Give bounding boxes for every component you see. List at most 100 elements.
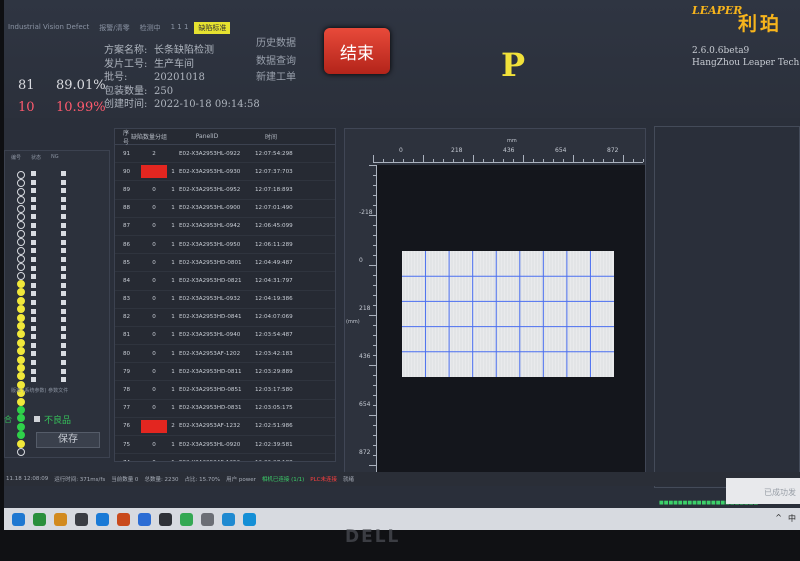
station-checkbox[interactable] [61,239,66,245]
taskbar-app-icon[interactable] [138,512,151,526]
station-checkbox[interactable] [31,179,36,185]
station-checkbox[interactable] [31,213,36,219]
station-checkbox[interactable] [31,377,36,383]
station-checkbox[interactable] [61,248,66,254]
save-button[interactable]: 保存 [36,432,100,448]
station-checkbox[interactable] [31,256,36,262]
taskbar-app-icon[interactable] [201,512,214,526]
station-checkbox[interactable] [31,342,36,348]
station-checkbox[interactable] [61,231,66,237]
station-checkbox[interactable] [61,317,66,323]
station-checkbox[interactable] [61,256,66,262]
end-button[interactable]: 结束 [324,28,390,74]
table-row[interactable]: 79 0 1 E02-X3A2953HD-0811 12:03:29:889 [115,363,335,382]
station-checkbox[interactable] [61,342,66,348]
station-checkbox[interactable] [31,325,36,331]
col-header-time[interactable]: 时间 [241,132,301,141]
station-checkbox[interactable] [61,368,66,374]
station-checkbox[interactable] [61,265,66,271]
notification-toast[interactable]: 已成功发 [726,478,800,504]
station-checkbox[interactable] [31,308,36,314]
input-method-indicator[interactable]: 中 [788,513,796,524]
table-row[interactable]: 86 0 1 E02-X3A2953HL-0950 12:06:11:289 [115,236,335,255]
header-tab[interactable]: 报警/清零 [95,22,133,34]
station-checkbox[interactable] [31,205,36,211]
taskbar-app-icon[interactable] [159,512,172,526]
station-checkbox[interactable] [31,188,36,194]
col-header-no[interactable]: 序号 [115,129,131,146]
station-checkbox[interactable] [31,265,36,271]
image-canvas[interactable] [377,165,645,475]
new-order-button[interactable]: 新建工单 [256,68,296,83]
query-button[interactable]: 数据查询 [256,52,296,67]
station-checkbox[interactable] [61,179,66,185]
station-checkbox[interactable] [61,308,66,314]
col-header-defects[interactable]: 缺陷数量 [131,132,155,141]
taskbar-app-icon[interactable] [96,512,109,526]
table-row[interactable]: 80 0 1 E02-X3A2953AF-1202 12:03:42:183 [115,345,335,364]
station-checkbox[interactable] [31,334,36,340]
header-tab[interactable]: 1 1 1 [167,22,193,34]
header-tab[interactable]: Industrial Vision Defect [4,22,93,34]
station-checkbox[interactable] [31,248,36,254]
header-tab[interactable]: 缺陷标准 [194,22,231,34]
station-checkbox[interactable] [31,291,36,297]
station-checkbox[interactable] [61,196,66,202]
station-checkbox[interactable] [31,317,36,323]
station-checkbox[interactable] [61,334,66,340]
table-row[interactable]: 88 0 1 E02-X3A2953HL-0900 12:07:01:490 [115,200,335,218]
reject-checkbox[interactable] [34,416,40,422]
taskbar-app-icon[interactable] [117,512,130,526]
station-checkbox[interactable] [61,291,66,297]
header-tab[interactable]: 检测中 [136,22,165,34]
table-row[interactable]: 83 0 1 E02-X3A2953HL-0932 12:04:19:386 [115,291,335,309]
station-checkbox[interactable] [61,171,66,176]
station-checkbox[interactable] [61,282,66,288]
taskbar-app-icon[interactable] [33,512,46,526]
tray-caret-icon[interactable]: ^ [775,513,782,524]
station-checkbox[interactable] [31,239,36,245]
table-row[interactable]: 82 0 1 E02-X3A2953HD-0841 12:04:07:069 [115,309,335,327]
station-checkbox[interactable] [61,299,66,305]
col-header-group[interactable]: 分组 [155,132,173,141]
station-checkbox[interactable] [61,351,66,357]
table-row[interactable]: 84 0 1 E02-X3A2953HD-0821 12:04:31:797 [115,272,335,291]
table-row[interactable]: 77 0 1 E02-X3A2953HD-0831 12:03:05:175 [115,400,335,418]
station-checkbox[interactable] [31,274,36,280]
station-checkbox[interactable] [61,188,66,194]
taskbar-app-icon[interactable] [222,512,235,526]
table-row[interactable]: 7401E02-X3A2953AF-125212:02:27:188 [115,454,335,461]
station-checkbox[interactable] [31,171,36,176]
station-checkbox[interactable] [61,274,66,280]
table-row[interactable]: 91 2 E02-X3A2953HL-0922 12:07:54:298 [115,145,335,164]
col-header-panelid[interactable]: PanelID [173,133,241,140]
table-row[interactable]: 78 0 1 E02-X3A2953HD-0851 12:03:17:580 [115,381,335,400]
station-checkbox[interactable] [61,213,66,219]
taskbar-app-icon[interactable] [243,512,256,526]
table-row[interactable]: 75 0 1 E02-X3A2953HL-0920 12:02:39:581 [115,436,335,455]
station-checkbox[interactable] [31,222,36,228]
station-checkbox[interactable] [31,231,36,237]
station-checkbox[interactable] [31,360,36,366]
station-checkbox[interactable] [61,325,66,331]
table-row[interactable]: 89 0 1 E02-X3A2953HL-0952 12:07:18:893 [115,181,335,200]
station-checkbox[interactable] [61,222,66,228]
table-row[interactable]: 85 0 1 E02-X3A2953HD-0801 12:04:49:487 [115,254,335,273]
table-row[interactable]: 76 2 E02-X3A2953AF-1232 12:02:51:986 [115,418,335,436]
table-row[interactable]: 87 0 1 E02-X3A2953HL-0942 12:06:45:099 [115,218,335,236]
station-checkbox[interactable] [61,205,66,211]
taskbar-app-icon[interactable] [180,512,193,526]
taskbar-app-icon[interactable] [75,512,88,526]
station-checkbox[interactable] [31,196,36,202]
history-button[interactable]: 历史数据 [256,34,296,49]
station-checkbox[interactable] [31,368,36,374]
station-checkbox[interactable] [31,282,36,288]
station-checkbox[interactable] [31,299,36,305]
taskbar-app-icon[interactable] [54,512,67,526]
table-row[interactable]: 81 0 1 E02-X3A2953HL-0940 12:03:54:487 [115,327,335,346]
table-row[interactable]: 90 1 E02-X3A2953HL-0930 12:07:37:703 [115,163,335,182]
station-checkbox[interactable] [61,377,66,383]
station-checkbox[interactable] [31,351,36,357]
taskbar-app-icon[interactable] [12,512,25,526]
station-checkbox[interactable] [61,360,66,366]
